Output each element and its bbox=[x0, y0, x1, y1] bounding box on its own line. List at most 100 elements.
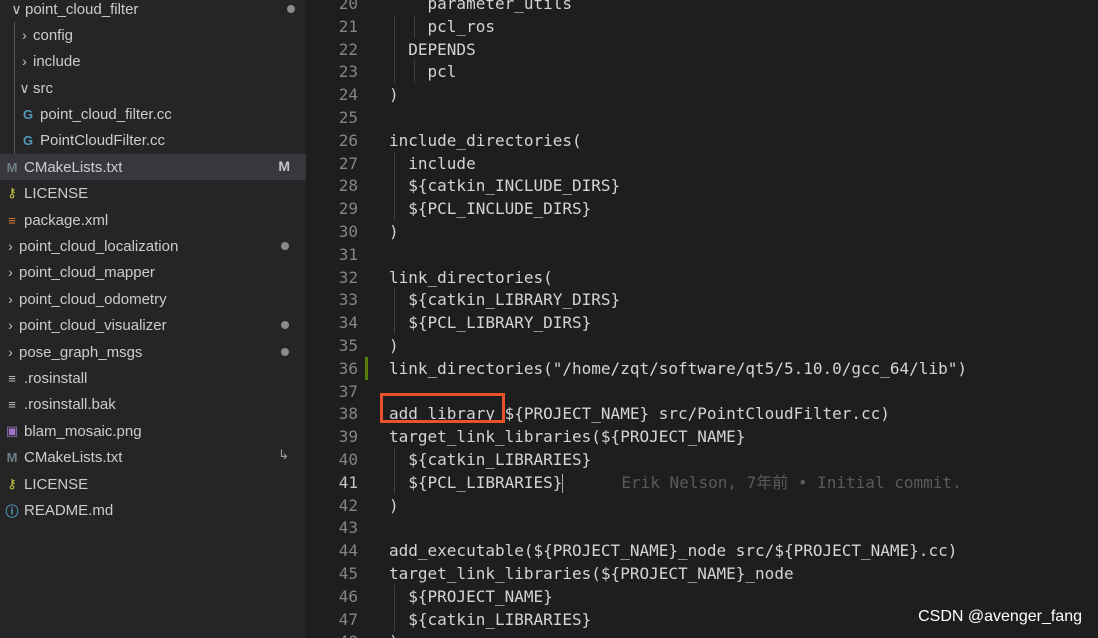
git-blame-annotation: Erik Nelson, 7年前 • Initial commit. bbox=[621, 472, 962, 492]
code-line[interactable]: 32 link_directories( bbox=[306, 266, 1098, 289]
tree-folder-item[interactable]: › config bbox=[0, 22, 306, 48]
cmake-file-icon: M bbox=[6, 159, 18, 175]
tree-folder-item[interactable]: › point_cloud_odometry bbox=[0, 286, 306, 312]
line-number: 44 bbox=[338, 541, 358, 561]
chevron-right-icon[interactable]: › bbox=[4, 344, 17, 360]
tree-file-item[interactable]: G PointCloudFilter.cc bbox=[0, 127, 306, 153]
code-line[interactable]: 39 target_link_libraries(${PROJECT_NAME} bbox=[306, 425, 1098, 448]
code-content: pcl_ros bbox=[389, 16, 495, 36]
code-line[interactable]: 23 pcl bbox=[306, 60, 1098, 84]
code-content: link_directories("/home/zqt/software/qt5… bbox=[389, 358, 967, 378]
line-number: 43 bbox=[338, 518, 358, 538]
code-line[interactable]: 21 pcl_ros bbox=[306, 14, 1098, 38]
code-editor[interactable]: 20 parameter_utils 21 pcl_ros 22 DEPENDS 23… bbox=[306, 0, 1098, 638]
git-modified-dot-icon bbox=[281, 321, 289, 329]
chevron-right-icon[interactable]: › bbox=[4, 264, 17, 280]
code-content: DEPENDS bbox=[389, 39, 476, 59]
code-content: pcl bbox=[389, 62, 457, 82]
code-line[interactable]: 35) bbox=[306, 334, 1098, 357]
code-line[interactable]: 26 include_directories( bbox=[306, 129, 1098, 152]
chevron-right-icon[interactable]: › bbox=[4, 291, 17, 307]
tree-item-label: point_cloud_localization bbox=[19, 237, 179, 255]
line-number: 41 bbox=[338, 472, 358, 492]
chevron-right-icon[interactable]: › bbox=[4, 317, 17, 333]
tree-item-label: point_cloud_filter.cc bbox=[40, 105, 172, 123]
chevron-down-icon[interactable]: ∨ bbox=[10, 1, 23, 18]
code-line[interactable]: 43 bbox=[306, 516, 1098, 539]
tree-file-item[interactable]: ≡ package.xml bbox=[0, 207, 306, 233]
git-modified-dot-icon bbox=[287, 5, 295, 13]
line-number: 20 bbox=[338, 0, 358, 13]
text-file-icon: ≡ bbox=[8, 396, 16, 412]
annotation-highlight-box bbox=[380, 393, 505, 423]
tree-file-item[interactable]: ≡ .rosinstall bbox=[0, 365, 306, 391]
chevron-down-icon[interactable]: ∨ bbox=[18, 80, 31, 97]
code-content: parameter_utils bbox=[389, 0, 573, 13]
code-line[interactable]: 45 target_link_libraries(${PROJECT_NAME}_… bbox=[306, 562, 1098, 585]
symlink-arrow-icon: ↳ bbox=[278, 447, 289, 462]
tree-file-item[interactable]: ▣ blam_mosaic.png bbox=[0, 418, 306, 444]
code-line[interactable]: 27 include bbox=[306, 151, 1098, 175]
code-line[interactable]: 44 add_executable(${PROJECT_NAME}_node sr… bbox=[306, 539, 1098, 562]
chevron-right-icon[interactable]: › bbox=[4, 238, 17, 254]
code-line[interactable]: 46 ${PROJECT_NAME} bbox=[306, 584, 1098, 608]
code-text: ${catkin_LIBRARY_DIRS} bbox=[389, 288, 620, 311]
line-number: 27 bbox=[338, 153, 358, 173]
line-number: 42 bbox=[338, 495, 358, 515]
code-content: add_executable(${PROJECT_NAME}_node src/… bbox=[389, 541, 958, 561]
tree-item-label: CMakeLists.txt bbox=[24, 448, 123, 466]
line-number: 45 bbox=[338, 564, 358, 583]
code-line[interactable]: 33 ${catkin_LIBRARY_DIRS} bbox=[306, 288, 1098, 312]
tree-file-item[interactable]: Gpoint_cloud_filter.cc bbox=[0, 101, 306, 127]
tree-item-label: README.md bbox=[24, 501, 114, 519]
chevron-right-icon[interactable]: › bbox=[18, 27, 31, 43]
tree-file-item[interactable]: ⚷ LICENSE bbox=[0, 180, 306, 206]
code-content: target_link_libraries(${PROJECT_NAME}_no… bbox=[389, 564, 794, 583]
code-line[interactable]: 29 ${PCL_INCLUDE_DIRS} bbox=[306, 197, 1098, 221]
code-line[interactable]: 24) bbox=[306, 83, 1098, 106]
code-content: target_link_libraries(${PROJECT_NAME} bbox=[389, 427, 746, 447]
code-text: ) bbox=[389, 220, 399, 243]
line-number: 46 bbox=[338, 586, 358, 606]
code-content: ${PROJECT_NAME} bbox=[389, 586, 553, 606]
code-line[interactable]: 41 ${PCL_LIBRARIES} Erik Nelson, 7年前 • In… bbox=[306, 470, 1098, 494]
code-text: ${PCL_LIBRARIES} Erik Nelson, 7年前 • Initi… bbox=[389, 471, 962, 494]
code-content: include_directories( bbox=[389, 130, 582, 150]
line-number: 25 bbox=[338, 108, 358, 127]
code-line[interactable]: 30) bbox=[306, 220, 1098, 243]
code-line[interactable]: 48) bbox=[306, 630, 1098, 638]
line-number: 22 bbox=[338, 39, 358, 59]
chevron-right-icon[interactable]: › bbox=[18, 53, 31, 69]
tree-folder-item[interactable]: › point_cloud_localization bbox=[0, 233, 306, 259]
tree-folder-item[interactable]: › include bbox=[0, 48, 306, 74]
tree-file-item[interactable]: ≡ .rosinstall.bak bbox=[0, 391, 306, 417]
code-line[interactable]: 36 link_directories("/home/zqt/software/q… bbox=[306, 356, 1098, 380]
tree-file-item[interactable]: ⚷ LICENSE bbox=[0, 471, 306, 497]
tree-item-label: .rosinstall bbox=[24, 369, 88, 387]
tree-folder-item[interactable]: ∨ src bbox=[0, 75, 306, 101]
code-text: target_link_libraries(${PROJECT_NAME}_no… bbox=[389, 562, 794, 585]
watermark: CSDN @avenger_fang bbox=[918, 608, 1082, 625]
rss-xml-icon: ≡ bbox=[8, 212, 16, 228]
tree-file-item[interactable]: M CMakeLists.txt ↳ bbox=[0, 444, 306, 470]
code-line[interactable]: 31 bbox=[306, 243, 1098, 266]
tree-file-item[interactable]: ⓘ README.md bbox=[0, 497, 306, 523]
tree-folder-item[interactable]: › point_cloud_visualizer bbox=[0, 312, 306, 338]
code-line[interactable]: 28 ${catkin_INCLUDE_DIRS} bbox=[306, 174, 1098, 198]
tree-item-label: include bbox=[33, 52, 81, 70]
tree-folder-item[interactable]: › point_cloud_mapper bbox=[0, 259, 306, 285]
code-line[interactable]: 34 ${PCL_LIBRARY_DIRS} bbox=[306, 311, 1098, 335]
tree-folder-item[interactable]: ∨ point_cloud_filter bbox=[0, 0, 306, 22]
code-line[interactable]: 40 ${catkin_LIBRARIES} bbox=[306, 448, 1098, 471]
code-line[interactable]: 25 bbox=[306, 106, 1098, 129]
line-number: 29 bbox=[338, 199, 358, 219]
tree-folder-item[interactable]: › pose_graph_msgs bbox=[0, 339, 306, 365]
tree-item-label: LICENSE bbox=[24, 475, 89, 493]
code-line[interactable]: 42) bbox=[306, 494, 1098, 517]
tree-item-label: point_cloud_filter bbox=[25, 0, 139, 18]
code-line[interactable]: 20 parameter_utils bbox=[306, 0, 1098, 15]
line-number: 30 bbox=[338, 222, 358, 241]
code-line[interactable]: 22 DEPENDS bbox=[306, 37, 1098, 61]
tree-file-item[interactable]: M CMakeLists.txt M bbox=[0, 154, 306, 180]
code-text: link_directories("/home/zqt/software/qt5… bbox=[389, 357, 967, 380]
